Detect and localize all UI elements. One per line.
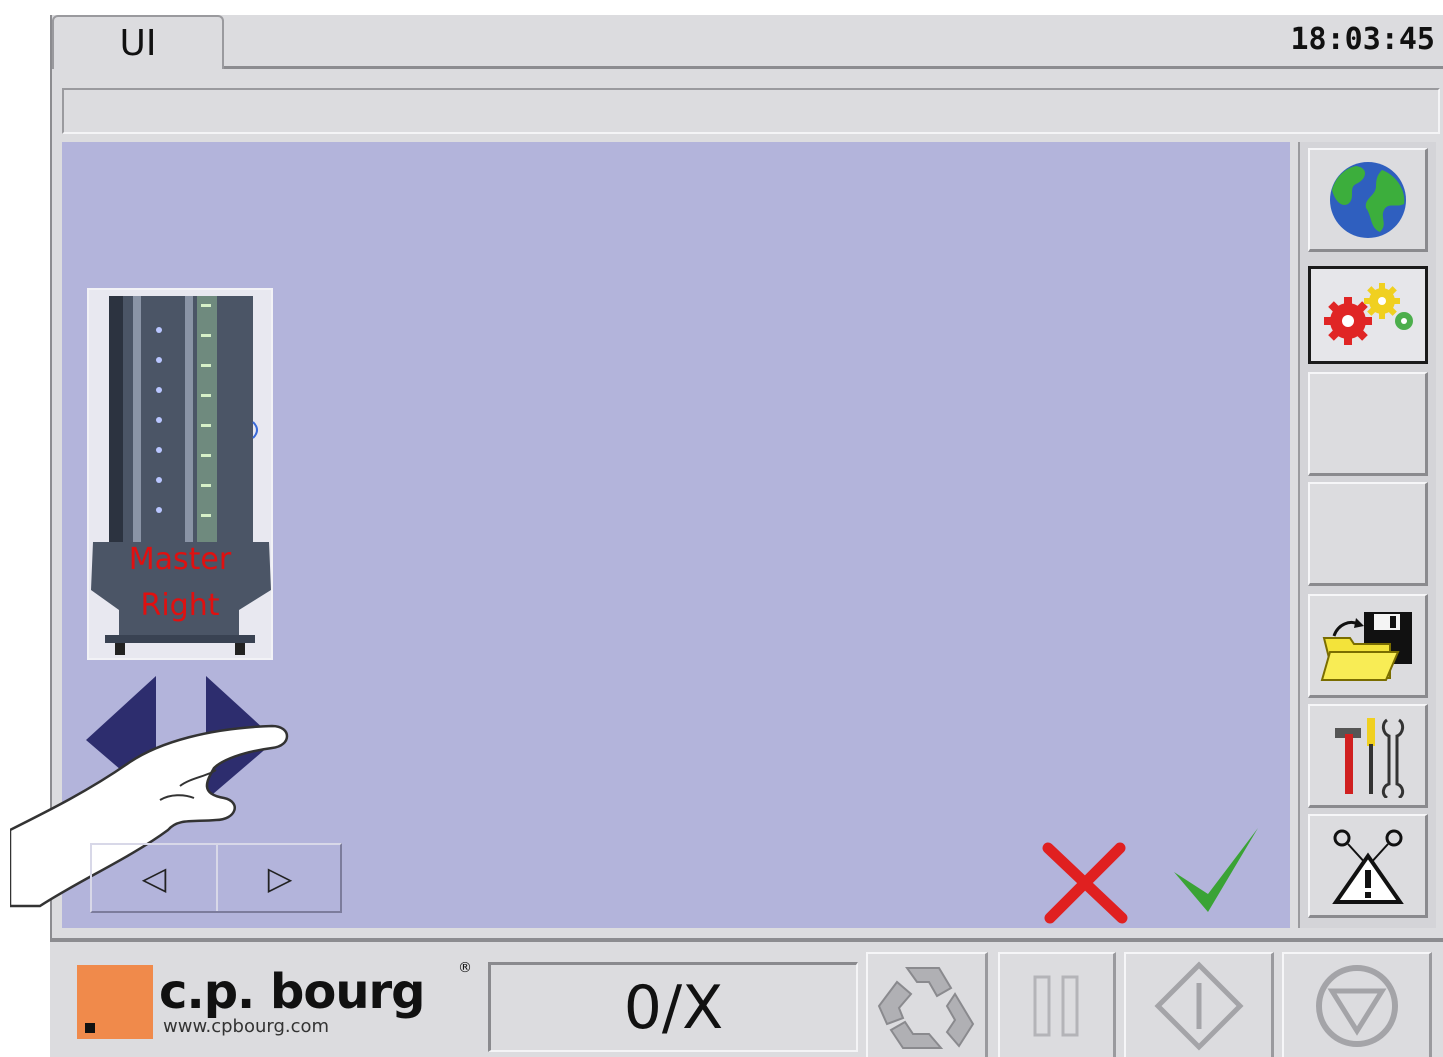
save-load-icon — [1320, 611, 1412, 681]
logo-orange-square — [77, 965, 153, 1039]
stop-icon — [1315, 964, 1398, 1047]
tab-ui[interactable]: UI — [52, 15, 224, 69]
globe-icon — [1329, 161, 1406, 238]
prev-icon: ◁ — [141, 859, 167, 897]
start-diamond-icon — [1153, 960, 1244, 1051]
next-button[interactable]: ▷ — [218, 845, 342, 911]
machine-label-line1: Master — [128, 542, 232, 577]
alarm-button[interactable] — [1308, 814, 1428, 918]
recycle-icon — [877, 966, 974, 1049]
cpbourg-logo: c.p. bourg ® www.cpbourg.com — [67, 950, 477, 1050]
pause-icon — [1033, 975, 1078, 1036]
clock: 18:03:45 — [1290, 22, 1436, 57]
start-button[interactable] — [1124, 952, 1274, 1057]
pause-button[interactable] — [998, 952, 1116, 1057]
tab-label: UI — [119, 22, 157, 64]
next-icon: ▷ — [267, 859, 293, 897]
message-bar — [62, 88, 1440, 134]
logo-brand: c.p. bourg — [159, 964, 426, 1020]
logo-url: www.cpbourg.com — [163, 1016, 330, 1037]
stop-button[interactable] — [1282, 952, 1432, 1057]
save-load-button[interactable] — [1308, 594, 1428, 698]
prev-button[interactable]: ◁ — [92, 845, 218, 911]
warning-icon — [1331, 829, 1404, 904]
tab-divider — [224, 66, 1443, 69]
confirm-check-icon[interactable] — [1168, 822, 1264, 918]
empty-button-1[interactable] — [1308, 372, 1428, 476]
machine-picture[interactable]: Master Right — [87, 288, 273, 660]
cancel-x-icon[interactable] — [1040, 840, 1130, 925]
settings-button[interactable] — [1308, 266, 1428, 364]
gears-icon — [1324, 283, 1413, 345]
right-toolbar — [1298, 142, 1436, 928]
recycle-button[interactable] — [866, 952, 988, 1057]
language-button[interactable] — [1308, 148, 1428, 252]
logo-registered: ® — [458, 960, 472, 976]
tools-button[interactable] — [1308, 704, 1428, 808]
empty-button-2[interactable] — [1308, 482, 1428, 586]
nav-buttons: ◁ ▷ — [90, 843, 342, 913]
machine-label-line2: Right — [140, 588, 220, 623]
job-counter: 0/X — [488, 962, 858, 1052]
tools-icon — [1334, 717, 1404, 798]
